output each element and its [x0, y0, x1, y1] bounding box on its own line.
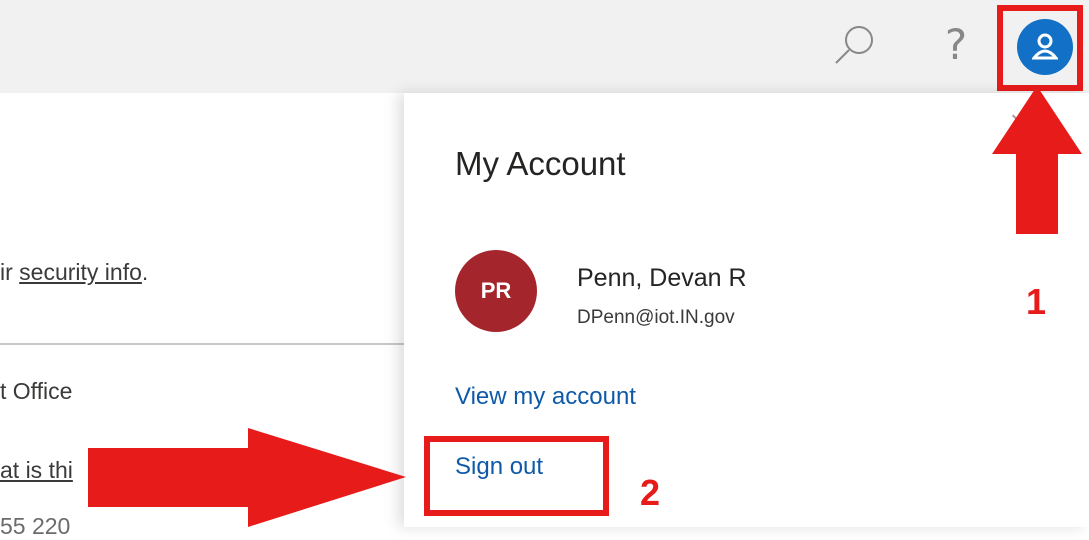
search-icon[interactable]	[828, 18, 882, 72]
user-email: DPenn@iot.IN.gov	[577, 307, 735, 328]
user-name: Penn, Devan R	[577, 264, 747, 292]
right-arrow-annotation	[88, 428, 406, 527]
office-text: t Office	[0, 378, 73, 404]
view-my-account-link[interactable]: View my account	[455, 383, 636, 411]
up-arrow-annotation	[992, 86, 1082, 234]
help-icon[interactable]: ?	[936, 18, 976, 72]
account-button-highlight	[997, 5, 1083, 91]
sign-out-highlight	[424, 436, 609, 516]
what-is-this-link[interactable]: at is thi	[0, 457, 73, 484]
step-2-label: 2	[640, 472, 661, 513]
user-avatar: PR	[455, 250, 537, 332]
top-bar: ?	[0, 0, 1089, 93]
panel-title: My Account	[455, 145, 626, 182]
security-info-link[interactable]: security info	[19, 259, 142, 285]
step-1-label: 1	[1026, 281, 1047, 322]
security-info-line: ir security info.	[0, 259, 149, 285]
section-divider	[0, 343, 404, 345]
